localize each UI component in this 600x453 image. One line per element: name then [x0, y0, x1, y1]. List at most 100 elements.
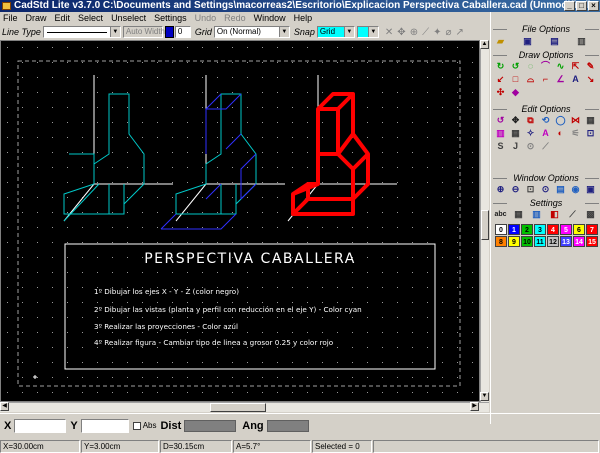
scroll-up-button[interactable]: ▲ — [480, 40, 489, 49]
menu-file[interactable]: File — [0, 12, 23, 24]
text-icon[interactable]: ✎ — [584, 61, 597, 72]
save-as-icon[interactable]: ▤ — [548, 36, 561, 47]
dist-input[interactable] — [184, 419, 237, 432]
polyline-icon[interactable]: ⌒ — [539, 61, 552, 72]
array-icon[interactable]: ▦ — [584, 115, 597, 126]
fill-icon[interactable]: A — [569, 74, 582, 85]
curve-icon[interactable]: ∿ — [554, 61, 567, 72]
vertical-scrollbar[interactable]: ▲ ▼ — [480, 40, 489, 402]
mirror-icon[interactable]: ⋈ — [569, 115, 582, 126]
save-icon[interactable]: ▣ — [521, 36, 534, 47]
snap-center-icon[interactable]: ⊕ — [410, 27, 418, 38]
zoom-out-icon[interactable]: ⊖ — [509, 184, 522, 195]
color-swatch-2[interactable]: 2 — [521, 224, 533, 235]
snap-tangent-icon[interactable]: ⌀ — [445, 27, 451, 38]
menu-draw[interactable]: Draw — [23, 12, 52, 24]
arc-icon[interactable]: ↺ — [509, 61, 522, 72]
align-icon[interactable]: A — [539, 128, 552, 139]
properties-icon[interactable]: ▩ — [584, 209, 597, 220]
line-type-select[interactable]: ▼ — [42, 26, 121, 38]
settings-abc-icon[interactable]: abc — [494, 209, 507, 220]
color-swatch-4[interactable]: 4 — [547, 224, 559, 235]
spline-icon[interactable]: ⌐ — [539, 74, 552, 85]
maximize-button[interactable]: □ — [576, 1, 587, 11]
snap-arrow-icon[interactable]: ↗ — [456, 27, 464, 38]
line-width-field[interactable]: 0 — [174, 26, 191, 38]
menu-undo[interactable]: Undo — [192, 12, 222, 24]
close-button[interactable]: × — [588, 1, 599, 11]
color-settings-icon[interactable]: ◧ — [548, 209, 561, 220]
menu-unselect[interactable]: Unselect — [108, 12, 151, 24]
grid-settings-icon[interactable]: ▦ — [512, 209, 525, 220]
group-icon[interactable]: ▥ — [494, 128, 507, 139]
folder-open-icon[interactable]: ▰ — [494, 36, 507, 47]
snap-move-icon[interactable]: ✥ — [397, 27, 405, 38]
snap-cross-icon[interactable]: ✕ — [385, 27, 393, 38]
line-color-swatch[interactable] — [164, 26, 174, 38]
color-swatch-0[interactable]: 0 — [495, 224, 507, 235]
snap-line-icon[interactable]: ⟋ — [422, 27, 429, 38]
y-input[interactable] — [80, 418, 129, 433]
menu-help[interactable]: Help — [291, 12, 318, 24]
menu-redo[interactable]: Redo — [221, 12, 251, 24]
offset-icon[interactable]: ◐ — [554, 128, 567, 139]
color-swatch-1[interactable]: 1 — [508, 224, 520, 235]
extend-icon[interactable]: ⊡ — [584, 128, 597, 139]
join-icon[interactable]: J — [509, 141, 522, 152]
move-icon[interactable]: ✥ — [509, 115, 522, 126]
auto-width-button[interactable]: Auto Width — [122, 26, 165, 38]
scale-icon[interactable]: ◯ — [554, 115, 567, 126]
snap-select[interactable]: Grid ▼ — [316, 26, 355, 38]
color-swatch-10[interactable]: 10 — [521, 236, 533, 247]
redraw-icon[interactable]: ◉ — [569, 184, 582, 195]
dimension-icon[interactable]: ⇱ — [569, 61, 582, 72]
hatch-icon[interactable]: ✣ — [494, 87, 507, 98]
edit-text-icon[interactable]: ✧ — [524, 128, 537, 139]
menu-edit[interactable]: Edit — [52, 12, 76, 24]
x-input[interactable] — [14, 418, 67, 433]
color-swatch-12[interactable]: 12 — [547, 236, 559, 247]
chamfer-icon[interactable]: ⟋ — [539, 141, 552, 152]
color-swatch-11[interactable]: 11 — [534, 236, 546, 247]
zoom-in-icon[interactable]: ⊕ — [494, 184, 507, 195]
trim-icon[interactable]: ⚟ — [569, 128, 582, 139]
ellipse-icon[interactable]: ⌓ — [524, 74, 537, 85]
minimize-button[interactable]: _ — [564, 1, 575, 11]
scroll-down-button[interactable]: ▼ — [480, 392, 489, 401]
snap-options-select[interactable]: ▼ — [356, 26, 379, 38]
scroll-left-button[interactable]: ◀ — [0, 402, 9, 411]
copy-icon[interactable]: ⧉ — [524, 115, 537, 126]
break-icon[interactable]: S — [494, 141, 507, 152]
vertical-scroll-thumb[interactable] — [481, 210, 489, 240]
symbol-icon[interactable]: ↘ — [584, 74, 597, 85]
horizontal-scrollbar[interactable]: ◀ ▶ — [0, 402, 489, 412]
menu-settings[interactable]: Settings — [151, 12, 192, 24]
color-swatch-3[interactable]: 3 — [534, 224, 546, 235]
scroll-right-button[interactable]: ▶ — [470, 402, 479, 411]
erase-icon[interactable]: ↺ — [494, 115, 507, 126]
block-icon[interactable]: ▦ — [509, 128, 522, 139]
angle-icon[interactable]: ∠ — [554, 74, 567, 85]
drawing-canvas[interactable]: PERSPECTIVA CABALLERA 1º Dibujar los eje… — [0, 40, 480, 402]
line-settings-icon[interactable]: ⟋ — [566, 209, 579, 220]
color-swatch-14[interactable]: 14 — [573, 236, 585, 247]
print-icon[interactable]: ▥ — [575, 36, 588, 47]
menu-window[interactable]: Window — [251, 12, 291, 24]
pan-icon[interactable]: ▤ — [554, 184, 567, 195]
abs-checkbox[interactable] — [132, 421, 141, 430]
zoom-all-icon[interactable]: ⊙ — [539, 184, 552, 195]
color-swatch-9[interactable]: 9 — [508, 236, 520, 247]
refresh-icon[interactable]: ▣ — [584, 184, 597, 195]
fillet-icon[interactable]: ⊙ — [524, 141, 537, 152]
line-icon[interactable]: ↻ — [494, 61, 507, 72]
node-icon[interactable]: ◆ — [509, 87, 522, 98]
menu-select[interactable]: Select — [75, 12, 108, 24]
grid-select[interactable]: On (Normal) ▼ — [213, 26, 290, 38]
color-swatch-8[interactable]: 8 — [495, 236, 507, 247]
color-swatch-5[interactable]: 5 — [560, 224, 572, 235]
rotate-icon[interactable]: ⟲ — [539, 115, 552, 126]
color-swatch-6[interactable]: 6 — [573, 224, 585, 235]
color-swatch-15[interactable]: 15 — [586, 236, 598, 247]
zoom-window-icon[interactable]: ⊡ — [524, 184, 537, 195]
point-icon[interactable]: □ — [509, 74, 522, 85]
